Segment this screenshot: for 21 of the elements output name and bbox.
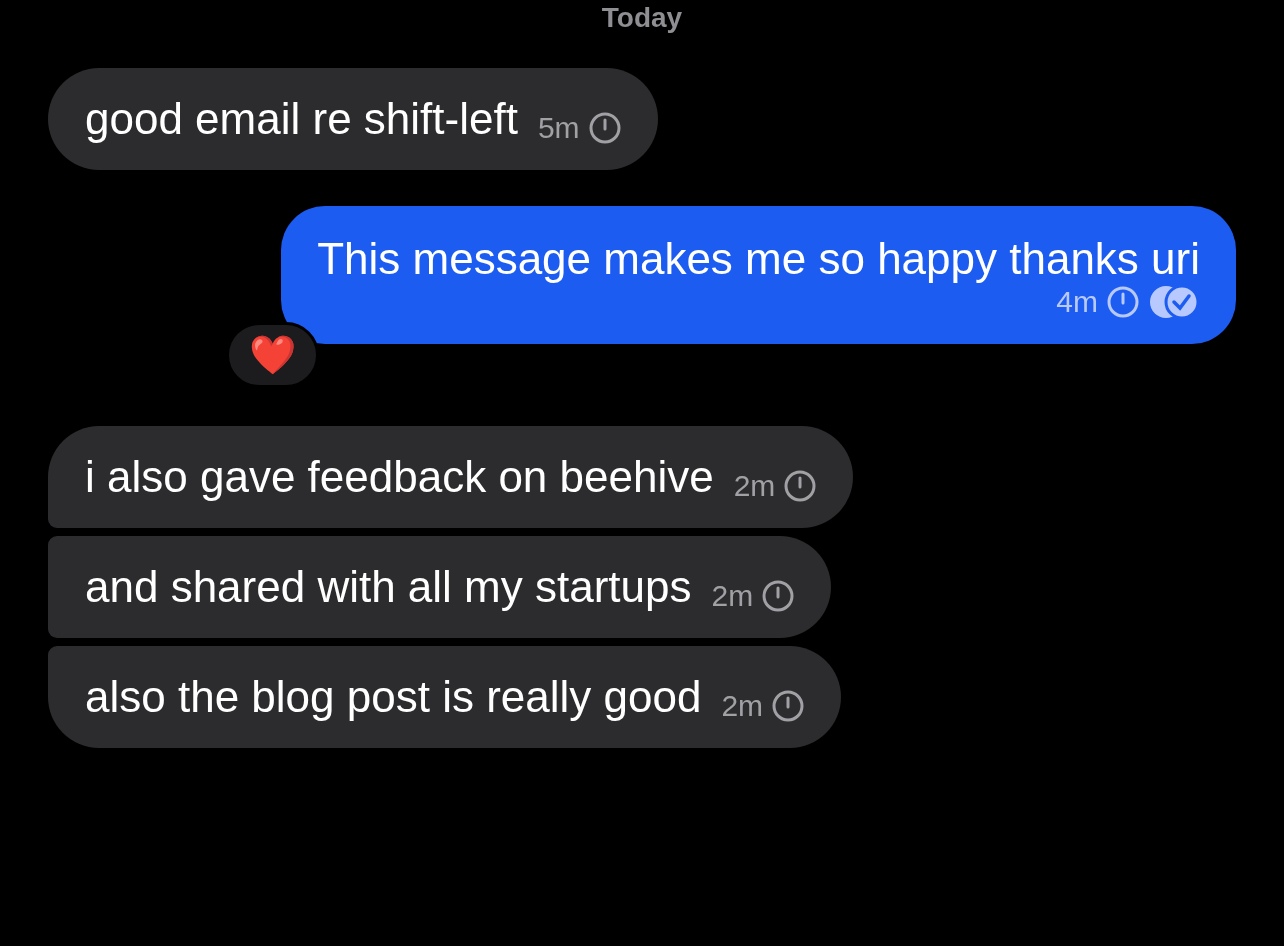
- message-time: 5m: [537, 110, 580, 146]
- message-time: 2m: [733, 468, 776, 504]
- clock-icon: [771, 689, 806, 723]
- message-time: 2m: [721, 688, 764, 724]
- message-text: i also gave feedback on beehive: [85, 451, 714, 503]
- message-text: good email re shift-left: [85, 93, 518, 145]
- clock-icon: [1106, 285, 1140, 319]
- incoming-message-bubble[interactable]: good email re shift-left 5m: [48, 68, 658, 170]
- clock-icon: [587, 111, 622, 145]
- message-text: also the blog post is really good: [85, 671, 702, 723]
- heart-reaction[interactable]: ❤: [226, 322, 319, 388]
- message-time: 2m: [711, 578, 754, 614]
- incoming-message-bubble[interactable]: and shared with all my startups 2m: [48, 536, 832, 638]
- incoming-message-bubble[interactable]: i also gave feedback on beehive 2m: [48, 426, 854, 528]
- clock-icon: [761, 579, 796, 613]
- message-time: 4m: [1056, 284, 1098, 320]
- date-header: Today: [601, 2, 683, 34]
- incoming-message-bubble[interactable]: also the blog post is really good 2m: [48, 646, 842, 748]
- message-text: This message makes me so happy thanks uri: [317, 233, 1200, 285]
- clock-icon: [783, 469, 818, 503]
- message-text: and shared with all my startups: [85, 561, 692, 613]
